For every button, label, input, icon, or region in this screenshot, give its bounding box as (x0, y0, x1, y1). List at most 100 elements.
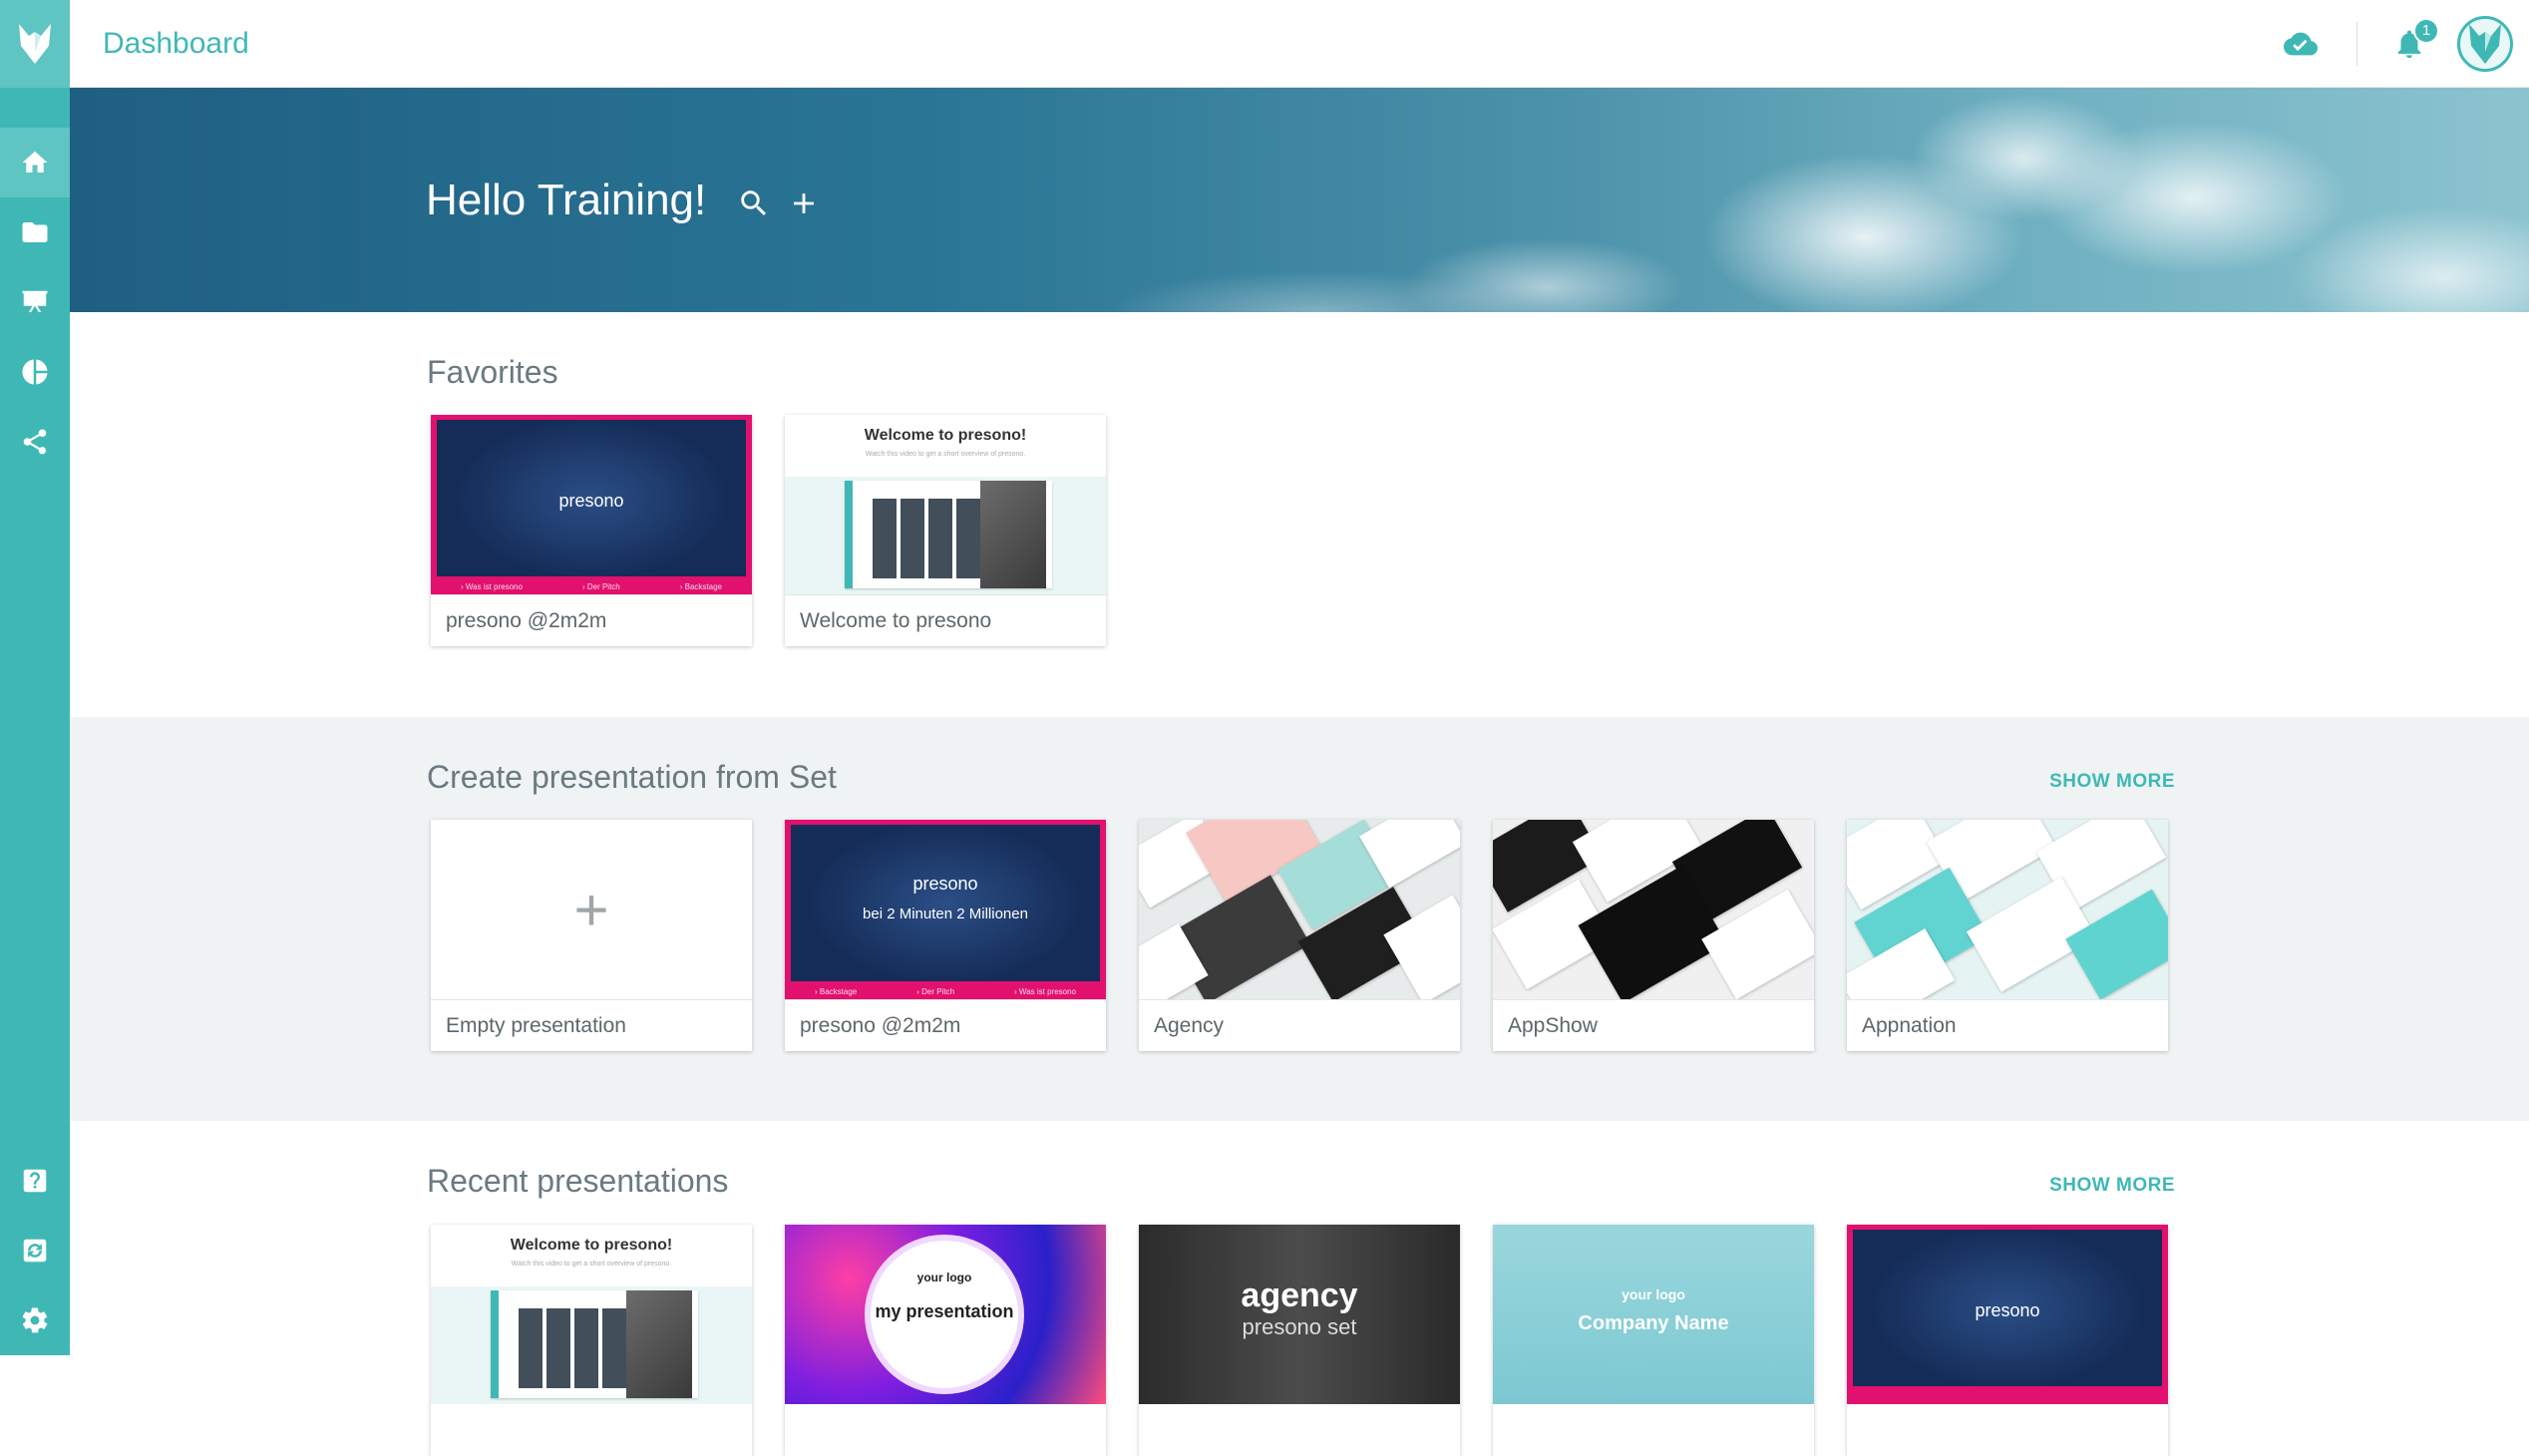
sidebar-item-home[interactable] (0, 128, 70, 197)
favorites-section: Favorites presono › Was ist presono › De… (70, 312, 2529, 717)
card-label: Agency (1139, 999, 1460, 1051)
presentation-thumbnail: Welcome to presono! Watch this video to … (785, 415, 1106, 594)
thumbnail-subtitle: Watch this video to get a short overview… (865, 451, 1026, 458)
presentation-thumbnail: your logo my presentation (785, 1225, 1106, 1404)
sets-title: Create presentation from Set (427, 759, 837, 795)
thumbnail-title: Welcome to presono! (510, 1237, 673, 1254)
set-card[interactable]: presono bei 2 Minuten 2 Millionen › Back… (785, 820, 1106, 1051)
favorite-card[interactable]: Welcome to presono! Watch this video to … (785, 415, 1106, 646)
recent-card[interactable]: your logo my presentation (785, 1225, 1106, 1456)
presentation-thumbnail: presono (1847, 1225, 2168, 1404)
sets-section: Create presentation from Set SHOW MORE +… (70, 717, 2529, 1121)
notification-badge: 1 (2413, 17, 2439, 44)
sidebar-item-presentations[interactable] (0, 267, 70, 337)
sets-show-more-button[interactable]: SHOW MORE (2049, 771, 2175, 793)
sidebar-item-analytics[interactable] (0, 337, 70, 407)
hero-banner: Hello Training! (70, 88, 2529, 312)
thumbnail-title: my presentation (875, 1301, 1014, 1321)
fox-logo-icon (19, 24, 51, 64)
favorites-title: Favorites (427, 354, 558, 390)
favorite-card[interactable]: presono › Was ist presono › Der Pitch › … (431, 415, 752, 646)
thumbnail-screenshot (491, 1290, 698, 1398)
topbar: Dashboard 1 (70, 0, 2529, 88)
set-card[interactable]: Appnation (1847, 820, 2168, 1051)
search-icon (741, 190, 767, 216)
strip-link: › Der Pitch (581, 582, 620, 591)
thumbnail-title: Company Name (1578, 1312, 1729, 1334)
recent-title: Recent presentations (427, 1163, 729, 1199)
presentation-thumbnail: presono bei 2 Minuten 2 Millionen › Back… (785, 820, 1106, 999)
thumbnail-logo: presono (1975, 1299, 2040, 1320)
set-thumbnail-collage (1493, 820, 1814, 999)
share-icon (23, 429, 47, 455)
card-label: AppShow (1493, 999, 1814, 1051)
recent-card[interactable]: your logo Company Name (1493, 1225, 1814, 1456)
strip-link: › Was ist presono (1014, 987, 1076, 996)
recent-card[interactable]: presono (1847, 1225, 2168, 1456)
thumbnail-strip: › Backstage › Der Pitch › Was ist preson… (785, 987, 1106, 996)
recent-show-more-button[interactable]: SHOW MORE (2049, 1175, 2175, 1197)
sidebar-item-settings[interactable] (0, 1285, 70, 1355)
recent-section: Recent presentations SHOW MORE Welcome t… (70, 1121, 2529, 1456)
sidebar-item-files[interactable] (0, 197, 70, 267)
thumbnail-title: Welcome to presono! (864, 427, 1027, 444)
card-label: presono @2m2m (431, 594, 752, 646)
home-icon (22, 151, 48, 173)
card-label: Welcome to presono (785, 594, 1106, 646)
strip-link: › Backstage (815, 987, 858, 996)
add-presentation-button[interactable] (784, 183, 824, 223)
thumbnail-photo (791, 825, 1100, 981)
page-title: Dashboard (103, 26, 249, 60)
search-button[interactable] (734, 183, 774, 223)
cloud-sync-button[interactable] (2271, 14, 2331, 74)
set-card[interactable]: AppShow (1493, 820, 1814, 1051)
topbar-divider (2356, 21, 2357, 66)
card-label: presono @2m2m (785, 999, 1106, 1051)
sidebar (0, 0, 70, 1355)
cloud-done-icon (2284, 32, 2318, 55)
thumbnail-subtitle: presono set (1242, 1314, 1357, 1339)
fox-avatar-icon (2469, 23, 2501, 64)
help-icon (23, 1169, 47, 1193)
set-thumbnail-collage (1139, 820, 1460, 999)
sidebar-item-share[interactable] (0, 407, 70, 477)
sync-icon (23, 1239, 47, 1263)
greeting-heading: Hello Training! (426, 176, 707, 224)
settings-icon (22, 1307, 48, 1333)
strip-link: › Der Pitch (916, 987, 955, 996)
strip-link: › Backstage (679, 582, 722, 591)
presentation-thumbnail: Welcome to presono! Watch this video to … (431, 1225, 752, 1404)
card-label: Empty presentation (431, 999, 752, 1051)
set-card[interactable]: Agency (1139, 820, 1460, 1051)
strip-link: › Was ist presono (461, 582, 523, 591)
thumbnail-screenshot (845, 481, 1052, 588)
thumbnail-title: agency (1241, 1276, 1358, 1314)
sidebar-item-sync[interactable] (0, 1216, 70, 1285)
set-card-empty[interactable]: + Empty presentation (431, 820, 752, 1051)
pie-chart-icon (22, 359, 48, 385)
sidebar-item-help[interactable] (0, 1146, 70, 1216)
empty-thumbnail: + (431, 820, 752, 999)
notifications-button[interactable]: 1 (2379, 14, 2439, 74)
thumbnail-subtitle: Watch this video to get a short overview… (511, 1261, 672, 1268)
thumbnail-logo: presono (558, 490, 624, 511)
card-label: Appnation (1847, 999, 2168, 1051)
thumbnail-logo: presono (912, 874, 978, 894)
thumbnail-logo: your logo (916, 1271, 972, 1284)
folder-icon (22, 222, 48, 242)
set-thumbnail-collage (1847, 820, 2168, 999)
presentation-thumbnail: agency presono set (1139, 1225, 1460, 1404)
thumbnail-circle: your logo my presentation (865, 1235, 1024, 1394)
plus-icon: + (573, 876, 609, 943)
thumbnail-subtitle: bei 2 Minuten 2 Millionen (863, 906, 1028, 923)
presono-logo[interactable] (0, 0, 70, 88)
recent-card[interactable]: Welcome to presono! Watch this video to … (431, 1225, 752, 1456)
presentation-thumbnail: your logo Company Name (1493, 1225, 1814, 1404)
recent-card[interactable]: agency presono set (1139, 1225, 1460, 1456)
thumbnail-logo: your logo (1622, 1286, 1685, 1302)
presentation-icon (22, 290, 48, 312)
presentation-thumbnail: presono › Was ist presono › Der Pitch › … (431, 415, 752, 594)
avatar[interactable] (2457, 15, 2513, 72)
plus-icon (794, 193, 814, 213)
thumbnail-strip: › Was ist presono › Der Pitch › Backstag… (431, 582, 752, 591)
